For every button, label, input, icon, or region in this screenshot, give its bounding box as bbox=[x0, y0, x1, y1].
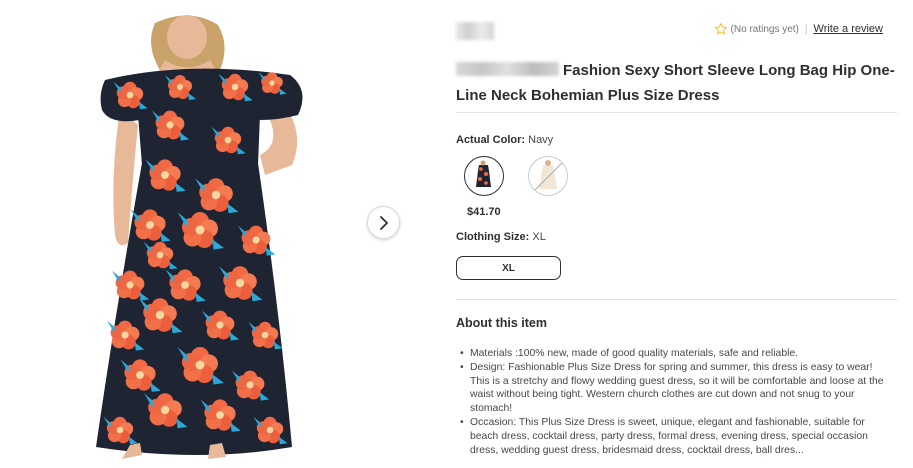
about-bullet: Materials :100% new, made of good qualit… bbox=[460, 347, 890, 361]
product-info: (No ratings yet) | Write a review Fashio… bbox=[456, 0, 897, 468]
chevron-right-icon bbox=[379, 215, 388, 230]
rating-status: (No ratings yet) bbox=[730, 23, 799, 35]
swatch-white-thumbnail bbox=[529, 157, 567, 195]
write-review-link[interactable]: Write a review bbox=[814, 23, 883, 35]
rating-row: (No ratings yet) | Write a review bbox=[714, 22, 883, 36]
divider bbox=[456, 299, 897, 300]
product-gallery bbox=[0, 0, 420, 468]
size-label-row: Clothing Size: XL bbox=[456, 231, 546, 243]
about-bullet: Occasion: This Plus Size Dress is sweet,… bbox=[460, 416, 890, 457]
color-swatch-white-unavailable[interactable] bbox=[528, 156, 568, 196]
size-value: XL bbox=[532, 231, 546, 243]
divider bbox=[456, 112, 897, 113]
color-label: Actual Color: bbox=[456, 134, 526, 146]
rating-separator: | bbox=[804, 23, 808, 35]
title-brand-redacted bbox=[456, 62, 559, 76]
variant-price: $41.70 bbox=[467, 206, 501, 218]
product-image[interactable] bbox=[60, 15, 340, 465]
color-label-row: Actual Color: Navy bbox=[456, 134, 553, 146]
brand-name-redacted[interactable] bbox=[456, 22, 494, 40]
star-outline-icon bbox=[714, 22, 727, 35]
swatch-navy-thumbnail bbox=[467, 159, 500, 192]
about-heading: About this item bbox=[456, 316, 547, 330]
about-bullets: Materials :100% new, made of good qualit… bbox=[460, 347, 890, 457]
about-bullet: Design: Fashionable Plus Size Dress for … bbox=[460, 361, 890, 416]
product-title: Fashion Sexy Short Sleeve Long Bag Hip O… bbox=[456, 58, 897, 108]
next-image-button[interactable] bbox=[367, 206, 400, 239]
color-swatch-navy[interactable] bbox=[464, 156, 504, 196]
color-value: Navy bbox=[528, 134, 554, 146]
size-option-xl[interactable]: XL bbox=[456, 256, 561, 280]
size-label: Clothing Size: bbox=[456, 231, 530, 243]
